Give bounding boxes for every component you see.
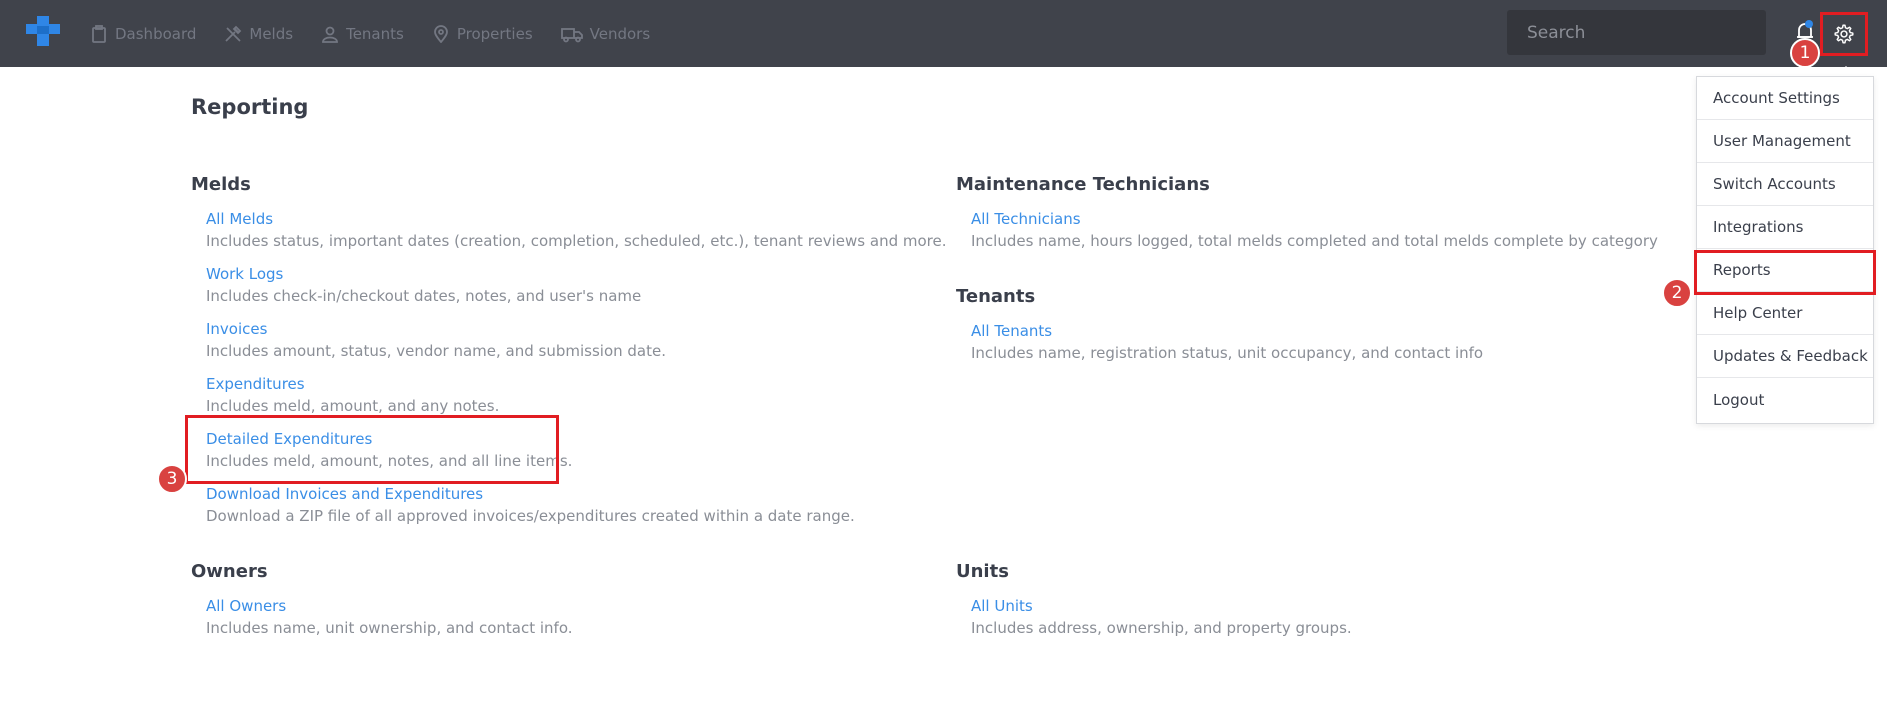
section-title-technicians: Maintenance Technicians [956, 174, 1210, 195]
search-input[interactable] [1507, 10, 1766, 55]
nav-item-dashboard[interactable]: Dashboard [90, 25, 196, 43]
report-link-invoices[interactable]: Invoices [206, 320, 267, 338]
page-title: Reporting [191, 95, 309, 119]
section-title-owners: Owners [191, 561, 268, 582]
nav-item-properties[interactable]: Properties [432, 25, 533, 43]
nav-item-melds[interactable]: Melds [224, 25, 293, 43]
nav-item-label: Melds [249, 24, 294, 43]
tools-icon [225, 25, 242, 42]
menu-item-logout[interactable]: Logout [1697, 378, 1873, 421]
report-desc-invoices: Includes amount, status, vendor name, an… [206, 342, 666, 360]
top-navbar: Dashboard Melds Tenants Properties Vendo… [0, 0, 1887, 67]
annotation-badge-3: 3 [157, 464, 187, 494]
nav-item-label: Dashboard [115, 24, 197, 43]
menu-item-integrations[interactable]: Integrations [1697, 206, 1873, 249]
annotation-badge-2: 2 [1662, 278, 1692, 308]
logo-icon[interactable] [26, 16, 60, 46]
report-link-all-units[interactable]: All Units [971, 597, 1033, 615]
menu-item-user-management[interactable]: User Management [1697, 120, 1873, 163]
map-pin-icon [433, 24, 448, 43]
section-title-units: Units [956, 561, 1009, 582]
truck-icon [560, 27, 583, 42]
nav-item-label: Properties [456, 24, 533, 43]
report-desc-all-melds: Includes status, important dates (creati… [206, 232, 947, 250]
annotation-badge-1: 1 [1790, 38, 1820, 68]
settings-button[interactable] [1820, 12, 1868, 56]
nav-item-label: Vendors [589, 24, 651, 43]
nav-item-label: Tenants [346, 24, 404, 43]
report-link-all-owners[interactable]: All Owners [206, 597, 286, 615]
gear-icon [1834, 24, 1854, 44]
person-icon [322, 26, 338, 43]
dropdown-arrow [1836, 66, 1856, 76]
menu-item-account-settings[interactable]: Account Settings [1697, 77, 1873, 120]
report-desc-all-tenants: Includes name, registration status, unit… [971, 344, 1484, 362]
main-nav: Dashboard Melds Tenants Properties Vendo… [90, 0, 678, 67]
report-desc-all-owners: Includes name, unit ownership, and conta… [206, 619, 573, 637]
notification-dot [1805, 20, 1813, 28]
report-desc-work-logs: Includes check-in/checkout dates, notes,… [206, 287, 642, 305]
menu-item-help-center[interactable]: Help Center [1697, 292, 1873, 335]
nav-item-vendors[interactable]: Vendors [560, 24, 651, 43]
report-link-download-invoices[interactable]: Download Invoices and Expenditures [206, 485, 483, 503]
highlight-box-detailed-expenditures [185, 415, 559, 484]
report-link-expenditures[interactable]: Expenditures [206, 375, 305, 393]
menu-item-switch-accounts[interactable]: Switch Accounts [1697, 163, 1873, 206]
report-desc-download-invoices: Download a ZIP file of all approved invo… [206, 507, 855, 525]
highlight-box-reports [1694, 250, 1876, 295]
report-link-all-tenants[interactable]: All Tenants [971, 322, 1052, 340]
section-title-tenants: Tenants [956, 286, 1036, 307]
report-link-all-technicians[interactable]: All Technicians [971, 210, 1081, 228]
section-title-melds: Melds [191, 174, 251, 195]
clipboard-icon [92, 24, 106, 43]
report-link-all-melds[interactable]: All Melds [206, 210, 273, 228]
report-desc-all-units: Includes address, ownership, and propert… [971, 619, 1352, 637]
report-link-work-logs[interactable]: Work Logs [206, 265, 283, 283]
report-desc-all-technicians: Includes name, hours logged, total melds… [971, 232, 1658, 250]
menu-item-updates-feedback[interactable]: Updates & Feedback [1697, 335, 1873, 378]
report-desc-expenditures: Includes meld, amount, and any notes. [206, 397, 500, 415]
nav-item-tenants[interactable]: Tenants [321, 25, 404, 43]
